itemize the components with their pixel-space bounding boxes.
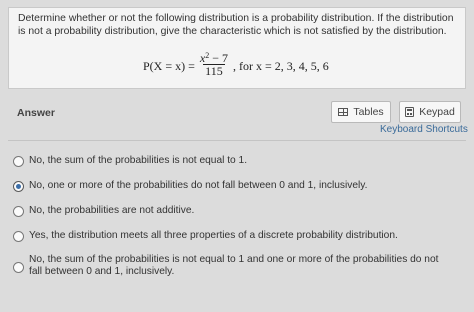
keypad-button[interactable]: Keypad — [399, 101, 461, 123]
option-text: No, the probabilities are not additive. — [29, 205, 195, 216]
answer-heading: Answer — [17, 107, 55, 119]
question-text: Determine whether or not the following d… — [18, 13, 454, 37]
radio-button[interactable] — [13, 156, 24, 167]
answer-option[interactable]: No, the sum of the probabilities is not … — [13, 155, 247, 167]
option-text: Yes, the distribution meets all three pr… — [29, 230, 398, 241]
answer-option[interactable]: No, one or more of the probabilities do … — [13, 180, 367, 192]
question-panel: Determine whether or not the following d… — [8, 7, 466, 89]
formula-numerator: x2 − 7 — [199, 51, 228, 65]
keypad-icon — [405, 107, 415, 117]
answer-option[interactable]: Yes, the distribution meets all three pr… — [13, 230, 398, 242]
radio-button[interactable] — [13, 262, 24, 273]
formula-fraction: x2 − 7 115 — [198, 50, 230, 77]
radio-button[interactable] — [13, 231, 24, 242]
tables-button-label: Tables — [353, 106, 384, 118]
radio-button[interactable] — [13, 206, 24, 217]
formula-lhs: P(X = x) = — [143, 59, 195, 73]
table-icon — [338, 108, 349, 116]
keypad-button-label: Keypad — [419, 106, 455, 118]
keyboard-shortcuts-link[interactable]: Keyboard Shortcuts — [380, 124, 468, 135]
option-text: No, the sum of the probabilities is not … — [29, 254, 439, 277]
divider — [8, 140, 466, 141]
tables-button[interactable]: Tables — [331, 101, 391, 123]
probability-formula: P(X = x) = x2 − 7 115 , for x = 2, 3, 4,… — [143, 50, 329, 77]
formula-denominator: 115 — [203, 64, 225, 78]
formula-domain: , for x = 2, 3, 4, 5, 6 — [232, 59, 329, 73]
option-text: No, one or more of the probabilities do … — [29, 180, 368, 191]
answer-option[interactable]: No, the probabilities are not additive. — [13, 205, 194, 217]
radio-button-selected[interactable] — [13, 181, 24, 192]
answer-option[interactable]: No, the sum of the probabilities is not … — [13, 254, 449, 278]
option-text: No, the sum of the probabilities is not … — [29, 155, 248, 166]
